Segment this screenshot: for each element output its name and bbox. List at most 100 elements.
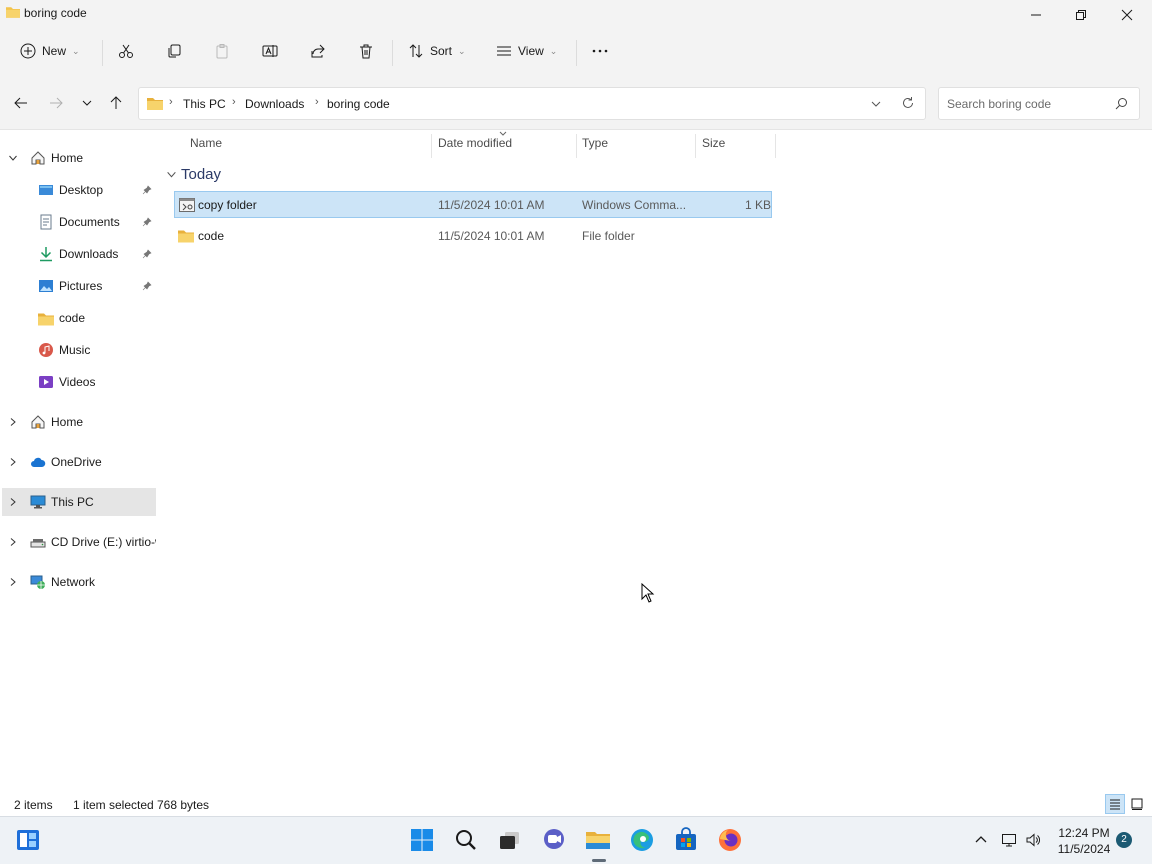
paste-button[interactable]	[214, 38, 230, 64]
file-row-copy-folder[interactable]: copy folder 11/5/2024 10:01 AM Windows C…	[174, 191, 772, 218]
back-button[interactable]	[11, 94, 31, 112]
view-button[interactable]: View ⌄	[496, 38, 557, 64]
task-view-button[interactable]	[495, 825, 525, 855]
close-icon	[1121, 9, 1133, 21]
breadcrumb-downloads[interactable]: Downloads	[245, 97, 304, 111]
clock[interactable]: 12:24 PM 11/5/2024	[1050, 825, 1118, 857]
tiles-view-button[interactable]	[1127, 794, 1147, 814]
nav-item-desktop[interactable]: Desktop	[2, 176, 156, 204]
chevron-right-icon[interactable]: ›	[232, 96, 236, 108]
group-header-today[interactable]: Today	[166, 166, 221, 183]
widgets-button[interactable]	[13, 825, 43, 855]
nav-item-cd-drive[interactable]: CD Drive (E:) virtio-w	[2, 528, 156, 556]
chevron-right-icon[interactable]	[8, 417, 18, 427]
title-bar: boring code	[0, 0, 1152, 30]
search-icon	[1115, 98, 1127, 110]
search-input[interactable]	[947, 96, 1107, 112]
nav-label: This PC	[51, 495, 94, 509]
nav-label: Home	[51, 151, 84, 165]
column-divider[interactable]	[576, 134, 577, 158]
forward-button[interactable]	[46, 94, 66, 112]
nav-item-pictures[interactable]: Pictures	[2, 272, 156, 300]
show-hidden-icons-button[interactable]	[972, 831, 990, 849]
nav-item-documents[interactable]: Documents	[2, 208, 156, 236]
column-header-type[interactable]: Type	[582, 136, 608, 150]
view-icon	[497, 46, 511, 56]
volume-button[interactable]	[1024, 831, 1042, 849]
address-bar[interactable]: › This PC › Downloads › boring code	[138, 87, 926, 120]
network-icon	[30, 575, 45, 589]
up-button[interactable]	[106, 94, 126, 112]
arrow-right-icon	[50, 97, 63, 109]
status-selection: 1 item selected	[73, 798, 154, 812]
share-button[interactable]	[310, 38, 326, 64]
file-explorer-icon	[586, 832, 610, 849]
nav-item-music[interactable]: Music	[2, 336, 156, 364]
sort-button[interactable]: Sort ⌄	[408, 38, 466, 64]
chevron-down-icon: ⌄	[72, 45, 80, 56]
search-button[interactable]	[451, 825, 481, 855]
delete-button[interactable]	[358, 38, 374, 64]
column-divider[interactable]	[695, 134, 696, 158]
refresh-icon[interactable]	[901, 96, 915, 110]
more-button[interactable]	[592, 38, 608, 64]
nav-item-downloads[interactable]: Downloads	[2, 240, 156, 268]
nav-item-code[interactable]: code	[2, 304, 156, 332]
edge-button[interactable]	[627, 825, 657, 855]
chevron-down-icon[interactable]	[869, 97, 883, 111]
copy-button[interactable]	[166, 38, 182, 64]
rename-button[interactable]	[262, 38, 278, 64]
file-explorer-button[interactable]	[583, 825, 613, 855]
chevron-down-icon[interactable]	[8, 153, 18, 163]
nav-item-home-root[interactable]: Home	[2, 408, 156, 436]
minimize-icon	[1031, 14, 1041, 16]
notification-badge[interactable]: 2	[1116, 832, 1132, 848]
column-divider[interactable]	[775, 134, 776, 158]
chevron-down-icon: ⌄	[458, 45, 466, 56]
minimize-button[interactable]	[1013, 0, 1059, 30]
search-box[interactable]	[938, 87, 1140, 120]
breadcrumb-this-pc[interactable]: This PC	[183, 97, 226, 111]
cut-button[interactable]	[118, 38, 134, 64]
chevron-right-icon[interactable]	[8, 577, 18, 587]
details-view-icon	[1110, 799, 1120, 810]
breadcrumb-boring-code[interactable]: boring code	[327, 97, 390, 111]
nav-item-home[interactable]: Home	[2, 144, 156, 172]
details-view-button[interactable]	[1105, 794, 1125, 814]
file-type: File folder	[582, 229, 635, 243]
downloads-icon	[40, 247, 52, 262]
maximize-button[interactable]	[1058, 0, 1104, 30]
column-header-date[interactable]: Date modified	[438, 136, 512, 150]
start-button[interactable]	[407, 825, 437, 855]
nav-label: Downloads	[59, 247, 119, 261]
command-bar: New ⌄ Sort ⌄ View ⌄	[0, 30, 1152, 76]
recent-locations-button[interactable]	[77, 94, 97, 112]
taskbar: 12:24 PM 11/5/2024 2	[0, 816, 1152, 864]
divider	[102, 40, 103, 66]
network-status-button[interactable]	[1000, 831, 1018, 849]
store-button[interactable]	[671, 825, 701, 855]
close-button[interactable]	[1104, 0, 1150, 30]
column-header-name[interactable]: Name	[190, 136, 222, 150]
nav-item-onedrive[interactable]: OneDrive	[2, 448, 156, 476]
column-divider[interactable]	[431, 134, 432, 158]
nav-item-videos[interactable]: Videos	[2, 368, 156, 396]
file-row-code[interactable]: code 11/5/2024 10:01 AM File folder	[174, 222, 772, 249]
firefox-icon	[719, 829, 741, 851]
firefox-button[interactable]	[715, 825, 745, 855]
chevron-right-icon[interactable]	[8, 497, 18, 507]
nav-item-this-pc[interactable]: This PC	[2, 488, 156, 516]
chevron-right-icon[interactable]: ›	[315, 96, 319, 108]
nav-item-network[interactable]: Network	[2, 568, 156, 596]
clock-date: 11/5/2024	[1057, 842, 1111, 856]
chat-icon	[544, 829, 564, 849]
file-date: 11/5/2024 10:01 AM	[438, 229, 545, 243]
delete-icon	[360, 44, 372, 59]
chevron-right-icon[interactable]	[8, 457, 18, 467]
chat-button[interactable]	[539, 825, 569, 855]
chevron-right-icon[interactable]: ›	[169, 96, 173, 108]
file-name: copy folder	[198, 198, 257, 212]
column-header-size[interactable]: Size	[702, 136, 725, 150]
new-button[interactable]: New ⌄	[20, 38, 80, 64]
chevron-right-icon[interactable]	[8, 537, 18, 547]
